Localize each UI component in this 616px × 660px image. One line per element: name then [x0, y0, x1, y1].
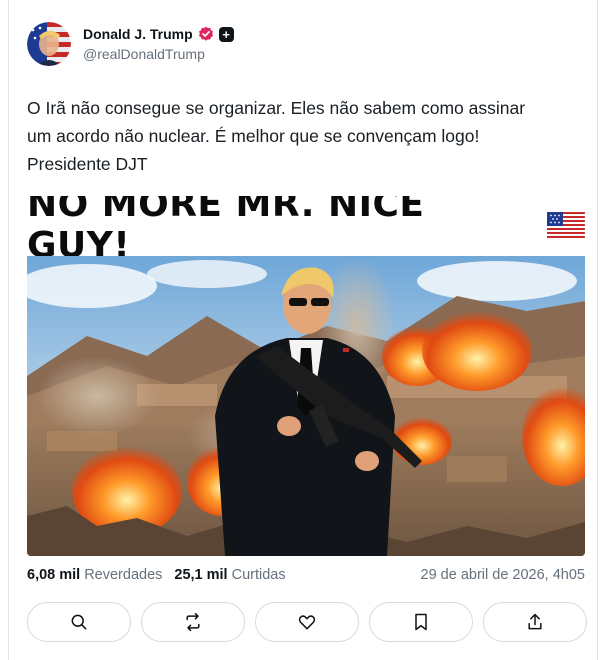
media-photo: [27, 256, 585, 556]
likes-label[interactable]: Curtidas: [232, 567, 286, 583]
verified-badge-icon: [198, 26, 213, 41]
us-flag-icon: [547, 212, 585, 238]
timestamp[interactable]: 29 de abril de 2026, 4h05: [421, 567, 585, 583]
handle[interactable]: @realDonaldTrump: [83, 46, 234, 62]
reposts-count[interactable]: 6,08 mil: [27, 567, 80, 583]
repost-button[interactable]: [141, 602, 245, 642]
repost-icon: [186, 612, 200, 632]
bookmark-icon: [415, 613, 427, 631]
post-header: Donald J. Trump + @realDonaldTrump: [27, 22, 234, 66]
display-name[interactable]: Donald J. Trump: [83, 26, 193, 42]
action-bar: [27, 602, 587, 642]
plus-badge-icon: +: [218, 26, 234, 42]
reposts-label[interactable]: Reverdades: [84, 567, 162, 583]
post-text: O Irã não consegue se organizar. Eles nã…: [27, 94, 587, 178]
name-row: Donald J. Trump +: [83, 26, 234, 42]
bookmark-button[interactable]: [369, 602, 473, 642]
avatar[interactable]: [27, 22, 71, 66]
author-info: Donald J. Trump + @realDonaldTrump: [83, 26, 234, 62]
post-text-line-3: Presidente DJT: [27, 154, 148, 174]
post-text-line-2: um acordo não nuclear. É melhor que se c…: [27, 126, 480, 146]
like-button[interactable]: [255, 602, 359, 642]
share-icon: [528, 613, 542, 630]
share-button[interactable]: [483, 602, 587, 642]
post-stats: 6,08 mil Reverdades 25,1 mil Curtidas 29…: [27, 567, 585, 583]
like-icon: [298, 615, 316, 630]
reply-button[interactable]: [27, 602, 131, 642]
post-card: Donald J. Trump + @realDonaldTrump O Irã…: [8, 0, 598, 660]
post-media[interactable]: NO MORE MR. NICE GUY!: [27, 196, 585, 556]
reply-icon: [71, 614, 87, 630]
avatar-image: [27, 22, 71, 66]
post-text-line-1: O Irã não consegue se organizar. Eles nã…: [27, 98, 526, 118]
media-headline: NO MORE MR. NICE GUY!: [27, 196, 585, 266]
likes-count[interactable]: 25,1 mil: [174, 567, 227, 583]
